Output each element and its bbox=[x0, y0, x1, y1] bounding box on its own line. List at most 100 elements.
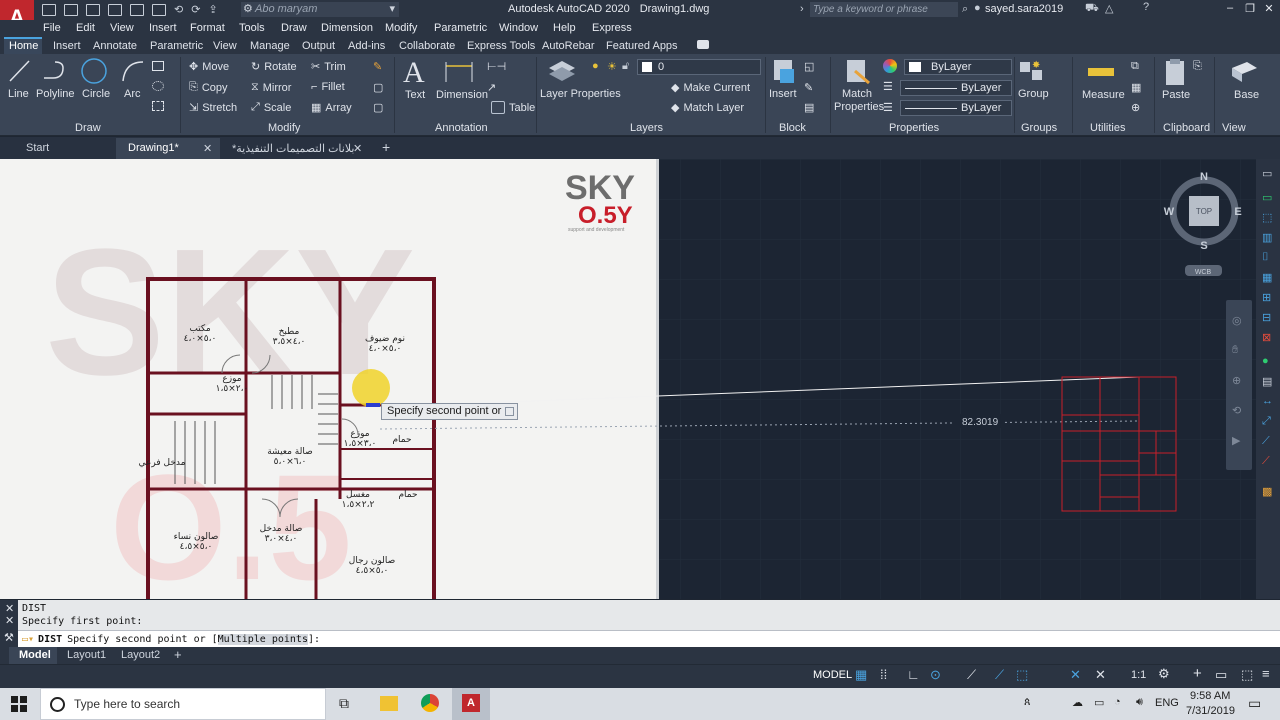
toolbar-icon[interactable]: ⟋ bbox=[1262, 455, 1270, 468]
modify-panel-label[interactable]: Modify bbox=[268, 122, 300, 134]
redo-icon[interactable]: ⟳ bbox=[191, 3, 200, 16]
toolbar-icon[interactable]: ▦ bbox=[1262, 271, 1272, 284]
copy-clip-icon[interactable]: ⎘ bbox=[1193, 60, 1202, 73]
mirror-button[interactable]: ⧖ Mirror bbox=[251, 81, 291, 94]
osnap-icon[interactable]: ⬚ bbox=[1016, 667, 1028, 683]
base-view-icon[interactable] bbox=[1229, 58, 1259, 84]
erase-icon[interactable]: ✎ bbox=[373, 60, 382, 73]
auto-scale-icon[interactable]: ✕ bbox=[1095, 667, 1106, 683]
tab-start[interactable]: Start bbox=[26, 142, 49, 154]
layers-panel-label[interactable]: Layers bbox=[630, 122, 663, 134]
group-icon[interactable]: ✸ bbox=[1018, 58, 1046, 84]
menu-parametric[interactable]: Parametric bbox=[434, 22, 487, 34]
file-explorer-icon[interactable] bbox=[380, 696, 398, 711]
command-option-multiple-points[interactable]: Multiple points bbox=[217, 633, 308, 645]
toolbar-icon[interactable]: ⌷ bbox=[1262, 251, 1269, 264]
tab-collaborate[interactable]: Collaborate bbox=[399, 40, 455, 52]
edit-block-icon[interactable]: ✎ bbox=[804, 81, 813, 94]
tab-manage[interactable]: Manage bbox=[250, 40, 290, 52]
close-command-icon[interactable]: ✕ bbox=[5, 614, 14, 627]
match-properties-icon[interactable] bbox=[843, 57, 871, 87]
tab-view[interactable]: View bbox=[213, 40, 237, 52]
stretch-button[interactable]: ⇲ Stretch bbox=[189, 101, 237, 115]
dimension-button[interactable]: Dimension bbox=[436, 89, 488, 101]
save-icon[interactable] bbox=[86, 3, 100, 16]
measure-icon[interactable] bbox=[1086, 62, 1116, 82]
menu-view[interactable]: View bbox=[110, 22, 134, 34]
undo-icon[interactable]: ⟲ bbox=[174, 3, 183, 16]
steering-wheel-icon[interactable]: ◎ bbox=[1232, 314, 1242, 327]
menu-file[interactable]: File bbox=[43, 22, 61, 34]
units-icon[interactable]: ▭ bbox=[1215, 667, 1227, 683]
compass-s[interactable]: S bbox=[1200, 240, 1207, 252]
showmotion-icon[interactable]: ▶ bbox=[1232, 434, 1240, 447]
tab-model[interactable]: Model bbox=[19, 649, 51, 661]
windows-start-icon[interactable] bbox=[11, 696, 27, 712]
leader-icon[interactable]: ↗ bbox=[487, 81, 496, 94]
clock-date[interactable]: 7/31/2019 bbox=[1186, 705, 1235, 717]
workspace-dropdown[interactable]: ⚙ Abo maryam ▾ bbox=[241, 2, 399, 17]
onedrive-icon[interactable]: ☁ bbox=[1072, 696, 1083, 709]
move-button[interactable]: ✥ Move bbox=[189, 60, 229, 74]
tab-arabic-drawing[interactable]: *بلانات التصميمات التنفيذية bbox=[232, 142, 354, 155]
compass-w[interactable]: W bbox=[1164, 206, 1175, 218]
id-point-icon[interactable]: ⊕ bbox=[1131, 101, 1140, 114]
tab-layout2[interactable]: Layout2 bbox=[121, 649, 160, 661]
notifications-icon[interactable]: ▭ bbox=[1248, 695, 1261, 712]
signed-in-user[interactable]: sayed.sara2019 bbox=[985, 3, 1063, 15]
tab-output[interactable]: Output bbox=[302, 40, 335, 52]
input-language[interactable]: ENG bbox=[1155, 697, 1179, 709]
explode-icon[interactable]: ▢ bbox=[373, 81, 383, 94]
layer-dropdown[interactable]: 0 bbox=[637, 59, 761, 75]
battery-icon[interactable]: ▭ bbox=[1094, 696, 1104, 709]
toolbar-icon[interactable]: ⟋ bbox=[1262, 435, 1270, 448]
toolbar-icon[interactable]: ⊞ bbox=[1262, 291, 1271, 304]
open-icon[interactable] bbox=[64, 3, 78, 16]
polyline-button[interactable]: Polyline bbox=[36, 88, 75, 100]
hatch-icon[interactable] bbox=[152, 81, 164, 91]
tab-autorebar[interactable]: AutoRebar bbox=[542, 40, 595, 52]
arc-button[interactable]: Arc bbox=[124, 88, 141, 100]
zoom-icon[interactable]: ⊕ bbox=[1232, 374, 1241, 387]
binoculars-icon[interactable]: ⌕ bbox=[962, 3, 968, 16]
tab-layout1[interactable]: Layout1 bbox=[67, 649, 106, 661]
make-current-button[interactable]: ◆ Make Current bbox=[671, 81, 750, 95]
people-icon[interactable]: ጰ bbox=[1024, 696, 1031, 709]
share-icon[interactable]: ⇪ bbox=[208, 3, 217, 16]
clock-time[interactable]: 9:58 AM bbox=[1190, 690, 1230, 702]
command-input[interactable]: ▭▾ DIST Specify second point or [ Multip… bbox=[0, 630, 1280, 647]
toolbar-icon[interactable]: ● bbox=[1262, 355, 1269, 367]
create-block-icon[interactable]: ◱ bbox=[804, 60, 814, 73]
menu-modify[interactable]: Modify bbox=[385, 22, 417, 34]
cart-icon[interactable]: ⛟ bbox=[1085, 2, 1099, 16]
grid-icon[interactable]: ▦ bbox=[855, 667, 867, 683]
linear-dim-icon[interactable]: ⊢⊣ bbox=[487, 60, 506, 73]
menu-dimension[interactable]: Dimension bbox=[321, 22, 373, 34]
menu-draw[interactable]: Draw bbox=[281, 22, 307, 34]
view-panel-label[interactable]: View bbox=[1222, 122, 1246, 134]
taskbar-search-box[interactable]: Type here to search bbox=[40, 688, 326, 720]
command-window-handle[interactable]: ✕ ✕ ⚒ bbox=[0, 600, 18, 647]
trim-button[interactable]: ✂ Trim bbox=[311, 60, 346, 74]
calculator-icon[interactable]: ▦ bbox=[1131, 81, 1141, 94]
tooltip-options-icon[interactable] bbox=[505, 407, 514, 416]
text-button[interactable]: Text bbox=[405, 89, 425, 101]
dimension-icon[interactable] bbox=[444, 60, 474, 84]
tab-add-ins[interactable]: Add-ins bbox=[348, 40, 385, 52]
pan-icon[interactable]: ✋︎ bbox=[1232, 344, 1238, 357]
draw-panel-label[interactable]: Draw bbox=[75, 122, 101, 134]
help-icon[interactable]: ? bbox=[1143, 1, 1149, 13]
rotate-button[interactable]: ↻ Rotate bbox=[251, 60, 297, 74]
tab-express-tools[interactable]: Express Tools bbox=[467, 40, 535, 52]
chrome-icon[interactable] bbox=[421, 694, 439, 712]
fillet-button[interactable]: ⌐ Fillet bbox=[311, 81, 345, 93]
ribbon-toggle-icon[interactable] bbox=[697, 40, 709, 49]
insert-button[interactable]: Insert bbox=[769, 88, 797, 100]
menu-edit[interactable]: Edit bbox=[76, 22, 95, 34]
toolbar-icon[interactable]: ⊟ bbox=[1262, 311, 1271, 324]
print-icon[interactable] bbox=[152, 3, 166, 16]
lineweight-dropdown[interactable]: ByLayer bbox=[900, 100, 1012, 116]
wrench-icon[interactable]: ⚒ bbox=[4, 631, 14, 644]
toolbar-icon[interactable]: ⤢ bbox=[1262, 415, 1271, 428]
tab-parametric[interactable]: Parametric bbox=[150, 40, 203, 52]
